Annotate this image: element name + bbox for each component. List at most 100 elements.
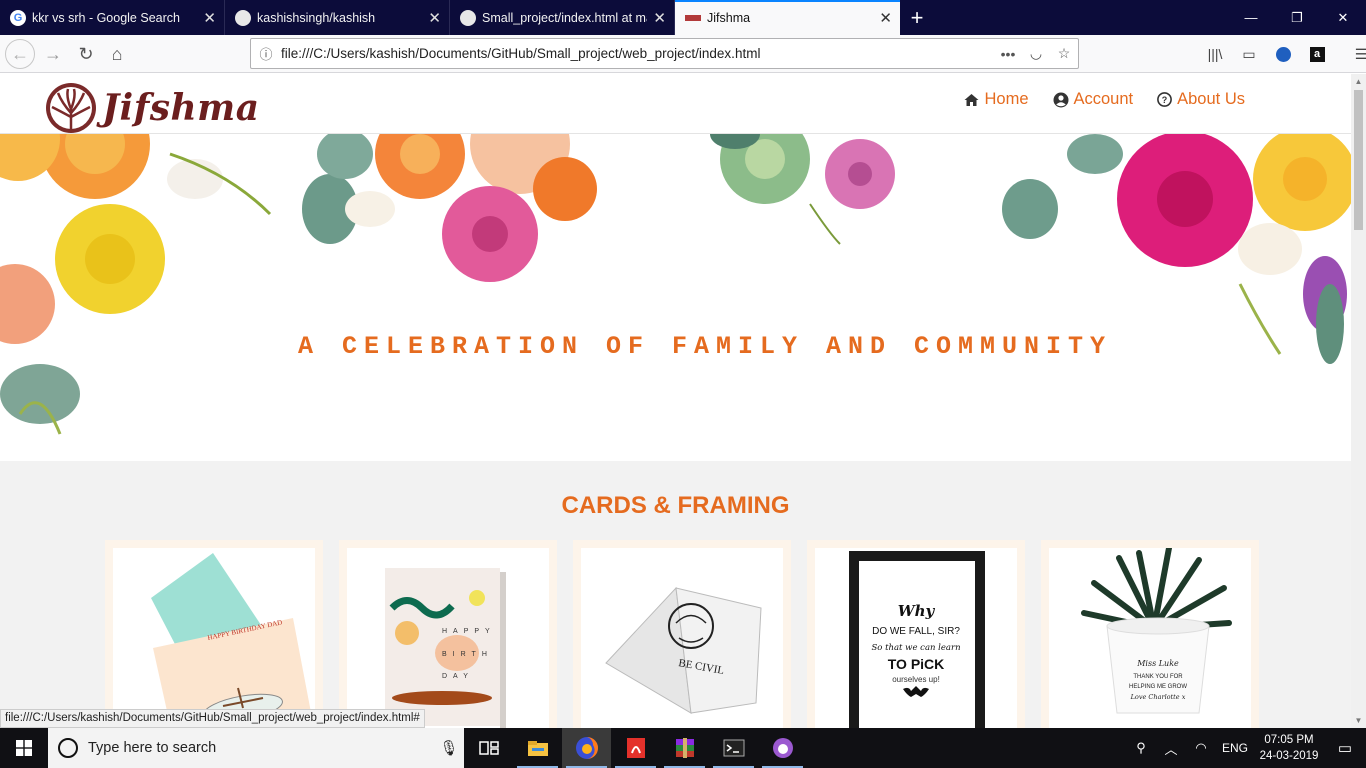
- frame-line-pick: TO PiCK: [888, 656, 945, 672]
- svg-text:?: ?: [1162, 95, 1168, 105]
- library-icon[interactable]: |||\: [1198, 39, 1232, 69]
- card-line-happy: HAPPY: [442, 628, 496, 635]
- scroll-up-icon[interactable]: ▲: [1351, 77, 1366, 86]
- tab-title: kkr vs srh - Google Search: [32, 10, 180, 25]
- close-icon[interactable]: ✕: [203, 9, 216, 27]
- sidebar-icon[interactable]: ▭: [1232, 39, 1266, 69]
- window-controls: — ❐ ✕: [1228, 0, 1366, 35]
- clock[interactable]: 07:05 PM 24-03-2019: [1254, 732, 1324, 764]
- new-tab-button[interactable]: +: [900, 0, 934, 35]
- tab-title: Jifshma: [707, 10, 751, 25]
- bookmark-star-icon[interactable]: ☆: [1050, 45, 1078, 62]
- amazon-icon[interactable]: a: [1300, 39, 1334, 69]
- nav-about-label: About Us: [1177, 90, 1245, 108]
- tab-github-kashish[interactable]: kashishsingh/kashish ✕: [225, 0, 450, 35]
- forward-arrow-icon[interactable]: →: [38, 39, 68, 69]
- product-card-batman-frame[interactable]: Why DO WE FALL, SIR? So that we can lear…: [807, 540, 1025, 728]
- tab-jifshma[interactable]: Jifshma ✕: [675, 0, 900, 35]
- pot-line-grow: HELPING ME GROW: [1129, 684, 1187, 690]
- section-title-cards: CARDS & FRAMING: [561, 492, 790, 519]
- clock-time: 07:05 PM: [1264, 734, 1314, 746]
- home-button-icon[interactable]: ⌂: [102, 39, 132, 69]
- wifi-icon[interactable]: ◠: [1186, 740, 1216, 756]
- nav-account-link[interactable]: Account: [1053, 90, 1133, 109]
- pdf-reader-icon[interactable]: [611, 728, 660, 768]
- close-icon[interactable]: ✕: [653, 9, 666, 27]
- winrar-icon[interactable]: [660, 728, 709, 768]
- clock-date: 24-03-2019: [1259, 750, 1319, 762]
- info-icon[interactable]: ⓘ: [251, 44, 281, 63]
- product-card-be-civil[interactable]: BE CIVIL: [573, 540, 791, 728]
- page-actions-icon[interactable]: •••: [994, 46, 1022, 62]
- pot-line-thanks: THANK YOU FOR: [1133, 674, 1183, 680]
- product-card-birthday-dad[interactable]: HAPPY BIRTHDAY DAD: [105, 540, 323, 728]
- hamburger-menu-icon[interactable]: ☰: [1344, 39, 1366, 69]
- taskbar-search-placeholder[interactable]: Type here to search: [88, 740, 434, 756]
- frame-line-learn: So that we can learn: [871, 643, 960, 653]
- notifications-icon[interactable]: ▭: [1324, 739, 1366, 757]
- back-arrow-icon[interactable]: ←: [5, 39, 35, 69]
- site-nav: Home Account ? About Us: [940, 90, 1245, 109]
- task-view-icon[interactable]: [464, 728, 513, 768]
- tab-github-small-project[interactable]: Small_project/index.html at ma ✕: [450, 0, 675, 35]
- close-icon[interactable]: ✕: [879, 9, 892, 27]
- birthday-card-image: HAPPY BIRTHDAY DAD: [151, 553, 313, 728]
- site-logo[interactable]: Jifshma: [44, 81, 260, 135]
- separator: [1334, 39, 1344, 69]
- address-bar[interactable]: ⓘ file:///C:/Users/kashish/Documents/Git…: [250, 38, 1079, 69]
- terminal-icon[interactable]: [709, 728, 758, 768]
- pot-line-name: Miss Luke: [1136, 659, 1179, 668]
- toolbar-right: |||\ ▭ a ☰: [1198, 39, 1366, 69]
- system-tray: ⚲ ︿ ◠ ENG 07:05 PM 24-03-2019 ▭: [1126, 728, 1366, 768]
- close-icon[interactable]: ✕: [428, 9, 441, 27]
- hero-banner: A CELEBRATION OF FAMILY AND COMMUNITY: [0, 134, 1351, 461]
- link-status-bar: file:///C:/Users/kashish/Documents/GitHu…: [0, 709, 425, 728]
- browser-tab-bar: G kkr vs srh - Google Search ✕ kashishsi…: [0, 0, 1366, 35]
- github-icon: [460, 9, 476, 26]
- page-scrollbar[interactable]: ▲ ▼: [1351, 74, 1366, 728]
- batman-quote-frame-image: Why DO WE FALL, SIR? So that we can lear…: [849, 551, 985, 728]
- site-header: Jifshma Home Account ? About Us: [0, 74, 1351, 134]
- jifshma-favicon: [685, 14, 701, 21]
- question-circle-icon: ?: [1157, 92, 1173, 107]
- google-icon: G: [10, 9, 26, 26]
- browser-toolbar: ← → ↻ ⌂ ⓘ file:///C:/Users/kashish/Docum…: [0, 35, 1366, 73]
- tab-title: kashishsingh/kashish: [257, 10, 376, 25]
- extension-globe-icon[interactable]: [1266, 39, 1300, 69]
- page-viewport: Jifshma Home Account ? About Us A CELEBR…: [0, 74, 1351, 728]
- firefox-icon[interactable]: [562, 728, 611, 768]
- frame-line-fall: DO WE FALL, SIR?: [872, 626, 960, 637]
- nav-home-link[interactable]: Home: [964, 90, 1029, 109]
- github-desktop-icon[interactable]: [758, 728, 807, 768]
- nav-about-link[interactable]: ? About Us: [1157, 90, 1245, 109]
- home-icon: [964, 93, 979, 107]
- reload-icon[interactable]: ↻: [71, 39, 101, 69]
- hero-tagline: A CELEBRATION OF FAMILY AND COMMUNITY: [297, 332, 1113, 361]
- nav-home-label: Home: [984, 90, 1029, 108]
- pocket-icon[interactable]: ◡: [1022, 45, 1050, 62]
- frame-line-ourselves: ourselves up!: [892, 675, 940, 684]
- user-circle-icon: [1053, 92, 1069, 108]
- microphone-icon[interactable]: 🎙: [434, 739, 464, 757]
- minimize-icon[interactable]: —: [1228, 0, 1274, 35]
- show-hidden-icons-chevron-icon[interactable]: ︿: [1156, 739, 1186, 758]
- github-icon: [235, 9, 251, 26]
- happy-birthday-card-image: HAPPY BIRTH DAY: [385, 568, 506, 728]
- windows-start-icon[interactable]: [0, 728, 48, 768]
- frame-line-why: Why: [898, 602, 936, 620]
- be-civil-card-image: BE CIVIL: [605, 586, 762, 714]
- tab-google-search[interactable]: G kkr vs srh - Google Search ✕: [0, 0, 225, 35]
- product-card-plant-pot[interactable]: Miss Luke THANK YOU FOR HELPING ME GROW …: [1041, 540, 1259, 728]
- scroll-down-icon[interactable]: ▼: [1351, 716, 1366, 725]
- close-window-icon[interactable]: ✕: [1320, 0, 1366, 35]
- scrollbar-thumb[interactable]: [1354, 90, 1363, 230]
- url-text[interactable]: file:///C:/Users/kashish/Documents/GitHu…: [281, 46, 994, 61]
- people-icon[interactable]: ⚲: [1126, 740, 1156, 756]
- file-explorer-icon[interactable]: [513, 728, 562, 768]
- product-card-happy-birthday[interactable]: HAPPY BIRTH DAY: [339, 540, 557, 728]
- succulent-pot-image: Miss Luke THANK YOU FOR HELPING ME GROW …: [1081, 548, 1232, 714]
- restore-icon[interactable]: ❐: [1274, 0, 1320, 35]
- pot-line-sign: Love Charlotte x: [1130, 693, 1186, 701]
- language-indicator[interactable]: ENG: [1216, 741, 1254, 755]
- taskbar-search-box[interactable]: Type here to search 🎙: [48, 728, 464, 768]
